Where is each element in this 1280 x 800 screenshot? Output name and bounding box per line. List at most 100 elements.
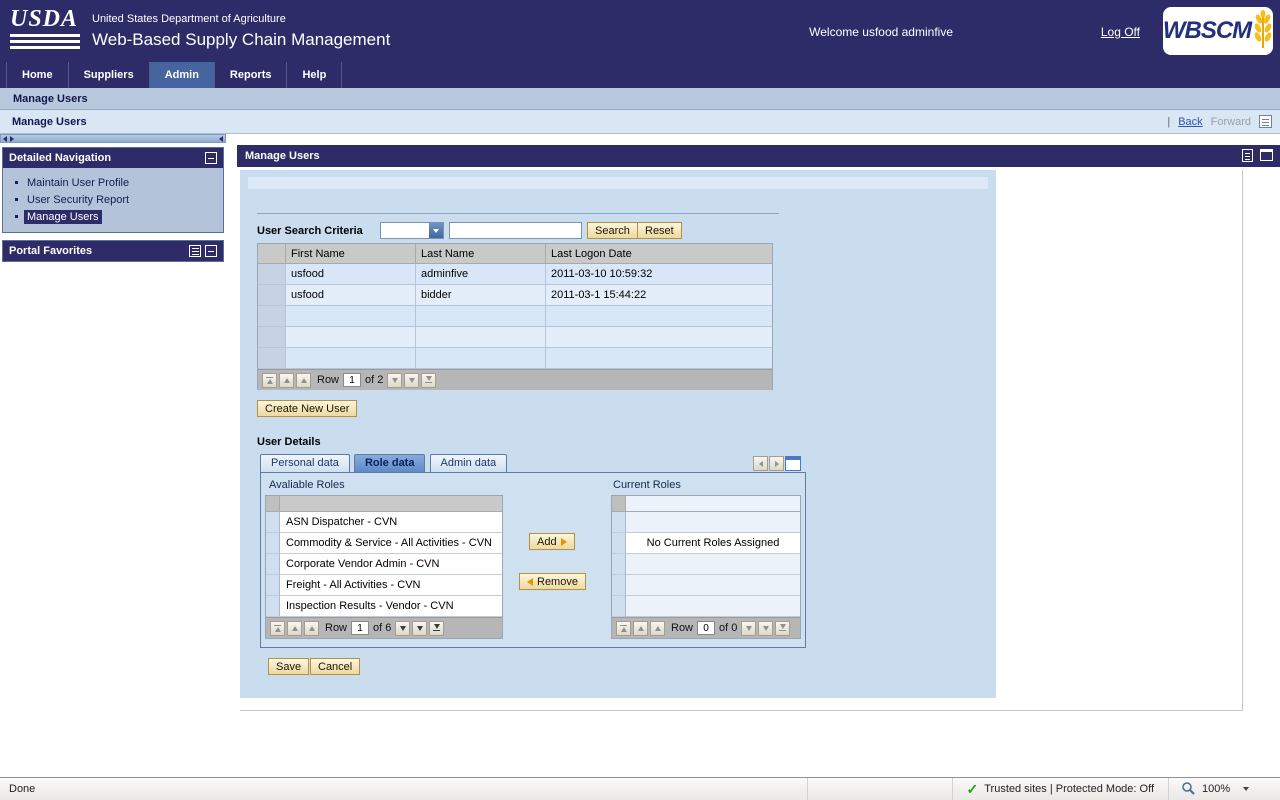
- reset-button[interactable]: Reset: [637, 222, 682, 239]
- tab-home[interactable]: Home: [6, 62, 69, 88]
- back-link[interactable]: Back: [1178, 116, 1202, 128]
- pager-previous-row-button[interactable]: [296, 373, 311, 388]
- pager-previous-row-button[interactable]: [304, 621, 319, 636]
- row-selector[interactable]: [266, 533, 280, 554]
- table-row[interactable]: usfood adminfive 2011-03-10 10:59:32: [258, 264, 772, 285]
- tab-admin-data[interactable]: Admin data: [430, 454, 508, 472]
- row-selector[interactable]: [258, 264, 286, 285]
- pager-first-row-button[interactable]: [270, 621, 285, 636]
- zoom-control[interactable]: 100%: [1168, 778, 1280, 800]
- pager-row-label: Row: [325, 622, 347, 634]
- pager-last-row-button[interactable]: [429, 621, 444, 636]
- pager-next-row-button[interactable]: [395, 621, 410, 636]
- search-button[interactable]: Search: [587, 222, 638, 239]
- pager-next-page-button[interactable]: [758, 621, 773, 636]
- pager-row-input[interactable]: [697, 621, 715, 635]
- collapse-left-icon[interactable]: [3, 136, 7, 142]
- pager-last-row-button[interactable]: [775, 621, 790, 636]
- row-selector[interactable]: [266, 575, 280, 596]
- table-row[interactable]: usfood bidder 2011-03-1 15:44:22: [258, 285, 772, 306]
- tab-scroll-left-button[interactable]: [753, 456, 768, 471]
- list-item[interactable]: ASN Dispatcher - CVN: [266, 512, 502, 533]
- security-zone-section: ✓ Trusted sites | Protected Mode: Off: [952, 778, 1169, 800]
- expand-right-icon[interactable]: [10, 136, 14, 142]
- column-last-name: Last Name: [416, 244, 546, 264]
- pager-row-label: Row: [671, 622, 693, 634]
- usda-logo-stripe: [10, 34, 80, 37]
- current-roles-table: No Current Roles Assigned Row of 0: [611, 495, 801, 639]
- table-row-empty: [258, 327, 772, 348]
- tab-admin[interactable]: Admin: [150, 62, 215, 88]
- table-row-empty: [612, 512, 800, 533]
- page-options-icon[interactable]: [1259, 115, 1272, 128]
- log-off-link[interactable]: Log Off: [1101, 25, 1140, 39]
- pager-first-row-button[interactable]: [262, 373, 277, 388]
- zoom-dropdown-arrow-icon[interactable]: [1243, 787, 1249, 791]
- pager-next-page-button[interactable]: [404, 373, 419, 388]
- pager-next-row-button[interactable]: [741, 621, 756, 636]
- row-selector[interactable]: [258, 285, 286, 306]
- add-role-button[interactable]: Add: [529, 533, 575, 550]
- tab-detach-window-icon[interactable]: [785, 456, 801, 471]
- row-selector[interactable]: [266, 512, 280, 533]
- tab-personal-data[interactable]: Personal data: [260, 454, 350, 472]
- page-menu-icon[interactable]: [1242, 149, 1253, 162]
- pager-previous-page-button[interactable]: [633, 621, 648, 636]
- sidebar-item-user-security-report[interactable]: User Security Report: [7, 191, 219, 208]
- content-title: Manage Users: [245, 150, 320, 162]
- row-selector[interactable]: [266, 596, 280, 617]
- content-title-bar: Manage Users: [237, 145, 1280, 167]
- list-item[interactable]: Corporate Vendor Admin - CVN: [266, 554, 502, 575]
- create-new-user-button[interactable]: Create New User: [257, 400, 357, 417]
- sidebar-item-maintain-user-profile[interactable]: Maintain User Profile: [7, 174, 219, 191]
- application-title: Web-Based Supply Chain Management: [92, 30, 390, 50]
- forward-link[interactable]: Forward: [1211, 116, 1251, 128]
- sidebar-resize-bar[interactable]: [0, 134, 226, 143]
- empty-roles-message-row: No Current Roles Assigned: [612, 533, 800, 554]
- search-value-input[interactable]: [449, 222, 582, 239]
- bullet-icon: [15, 198, 18, 201]
- list-item[interactable]: Freight - All Activities - CVN: [266, 575, 502, 596]
- available-roles-label: Avaliable Roles: [269, 479, 345, 491]
- pager-next-page-button[interactable]: [412, 621, 427, 636]
- tab-reports[interactable]: Reports: [215, 62, 288, 88]
- pager-previous-row-button[interactable]: [650, 621, 665, 636]
- detailed-navigation-panel: Detailed Navigation Maintain User Profil…: [2, 147, 224, 233]
- pager-row-input[interactable]: [351, 621, 369, 635]
- tab-scroll-right-button[interactable]: [769, 456, 784, 471]
- breadcrumb: Manage Users: [0, 88, 1280, 110]
- search-criteria-dropdown[interactable]: [380, 222, 444, 239]
- list-item[interactable]: Commodity & Service - All Activities - C…: [266, 533, 502, 554]
- row-selector[interactable]: [266, 554, 280, 575]
- remove-role-button[interactable]: Remove: [519, 573, 586, 590]
- collapse-panel-icon[interactable]: [205, 152, 217, 164]
- security-zone-text: Trusted sites | Protected Mode: Off: [984, 783, 1154, 795]
- usda-logo-text: USDA: [10, 7, 80, 31]
- content-region: Detailed Navigation Maintain User Profil…: [0, 134, 1280, 777]
- tab-role-data[interactable]: Role data: [354, 454, 426, 472]
- tab-help[interactable]: Help: [287, 62, 342, 88]
- chevron-down-icon[interactable]: [429, 223, 443, 238]
- panel-header-band: [248, 177, 988, 189]
- panel-menu-icon[interactable]: [189, 245, 201, 257]
- pager-row-input[interactable]: [343, 373, 361, 387]
- save-button[interactable]: Save: [268, 658, 309, 675]
- status-text: Done: [0, 783, 807, 795]
- sidebar-item-manage-users[interactable]: Manage Users: [7, 208, 219, 225]
- roles-table-header: [612, 496, 800, 512]
- pager-first-row-button[interactable]: [616, 621, 631, 636]
- tab-suppliers[interactable]: Suppliers: [69, 62, 150, 88]
- collapse-tray-icon[interactable]: [219, 136, 223, 142]
- pager-last-row-button[interactable]: [421, 373, 436, 388]
- browser-status-bar: Done ✓ Trusted sites | Protected Mode: O…: [0, 777, 1280, 800]
- page-title: Manage Users: [0, 116, 1167, 128]
- pager-next-row-button[interactable]: [387, 373, 402, 388]
- table-row-empty: [612, 575, 800, 596]
- pager-previous-page-button[interactable]: [287, 621, 302, 636]
- list-item[interactable]: Inspection Results - Vendor - CVN: [266, 596, 502, 617]
- cancel-button[interactable]: Cancel: [310, 658, 360, 675]
- maximize-icon[interactable]: [1260, 149, 1273, 161]
- collapse-panel-icon[interactable]: [205, 245, 217, 257]
- users-table-pager: Row of 2: [258, 369, 772, 390]
- pager-previous-page-button[interactable]: [279, 373, 294, 388]
